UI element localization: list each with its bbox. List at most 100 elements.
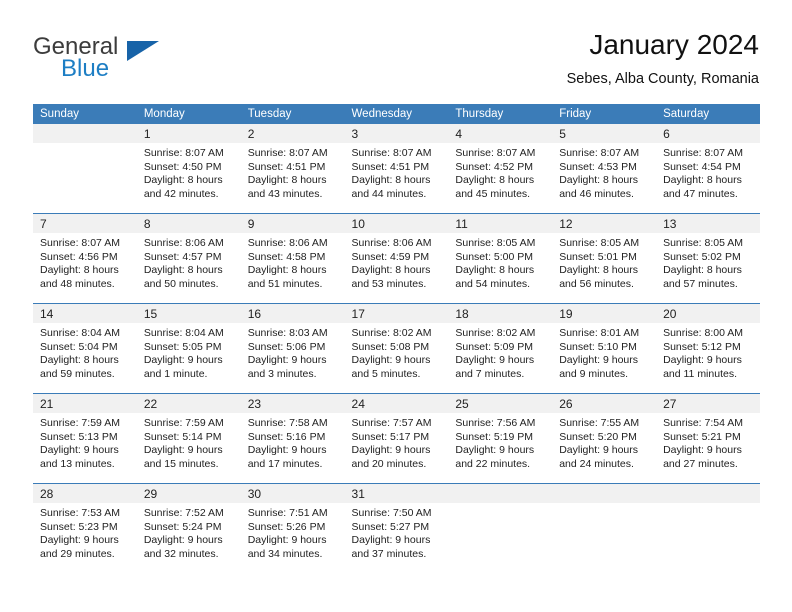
day-cell-content — [33, 124, 137, 213]
day-sun-info-line: Sunset: 4:54 PM — [663, 160, 741, 173]
day-sun-info-line: Sunset: 5:12 PM — [663, 340, 741, 353]
calendar-day-cell[interactable]: 25 Sunrise: 7:56 AM Sunset: 5:19 PM Dayligh… — [448, 393, 553, 484]
calendar-day-cell[interactable]: 5 Sunrise: 8:07 AM Sunset: 4:53 PM Daylight… — [552, 124, 657, 214]
day-sun-info-line: Daylight: 8 hours — [663, 174, 742, 187]
day-cell-content: 20 Sunrise: 8:00 AM Sunset: 5:12 PM Dayligh… — [656, 304, 760, 393]
day-sun-info-line: Sunrise: 8:06 AM — [247, 237, 328, 249]
calendar-day-cell[interactable]: 24 Sunrise: 7:57 AM Sunset: 5:17 PM Dayligh… — [344, 393, 449, 484]
day-sun-info-line: Daylight: 9 hours — [455, 354, 535, 367]
day-number: 14 — [33, 304, 137, 323]
day-sun-info-line: and 27 minutes. — [663, 457, 738, 470]
day-sun-info-line: and 56 minutes. — [559, 277, 634, 290]
calendar-day-cell[interactable]: 11 Sunrise: 8:05 AM Sunset: 5:00 PM Dayligh… — [448, 213, 553, 304]
day-sun-info-line: Daylight: 8 hours — [455, 264, 535, 277]
day-sun-info-line: Sunrise: 8:01 AM — [559, 327, 640, 339]
weekday-header-friday: Friday — [552, 104, 657, 124]
day-sun-info: Sunrise: 7:59 AM Sunset: 5:13 PM Daylight:… — [33, 413, 137, 471]
day-sun-info-line: Sunset: 5:20 PM — [559, 430, 637, 443]
calendar-day-cell[interactable]: 1 Sunrise: 8:07 AM Sunset: 4:50 PM Daylight… — [136, 124, 241, 214]
day-number: 5 — [552, 124, 657, 143]
calendar-day-cell[interactable]: 15 Sunrise: 8:04 AM Sunset: 5:05 PM Dayligh… — [136, 303, 241, 394]
day-sun-info-line: Daylight: 9 hours — [663, 444, 742, 457]
day-sun-info-line: Sunrise: 8:04 AM — [40, 327, 120, 339]
calendar-day-cell[interactable]: 23 Sunrise: 7:58 AM Sunset: 5:16 PM Dayligh… — [240, 393, 345, 484]
day-sun-info-line: Daylight: 9 hours — [559, 444, 639, 457]
day-cell-content: 17 Sunrise: 8:02 AM Sunset: 5:08 PM Dayligh… — [344, 304, 449, 393]
day-number: 7 — [33, 214, 137, 233]
day-cell-content: 27 Sunrise: 7:54 AM Sunset: 5:21 PM Dayligh… — [656, 394, 760, 483]
day-number: 16 — [240, 304, 345, 323]
day-sun-info: Sunrise: 8:07 AM Sunset: 4:56 PM Daylight:… — [33, 233, 137, 291]
day-cell-content: 23 Sunrise: 7:58 AM Sunset: 5:16 PM Dayligh… — [240, 394, 345, 483]
calendar-day-cell[interactable]: 22 Sunrise: 7:59 AM Sunset: 5:14 PM Dayligh… — [136, 393, 241, 484]
calendar-day-cell[interactable]: 31 Sunrise: 7:50 AM Sunset: 5:27 PM Dayligh… — [344, 483, 449, 573]
day-cell-content: 4 Sunrise: 8:07 AM Sunset: 4:52 PM Daylight… — [448, 124, 553, 213]
day-cell-content: 6 Sunrise: 8:07 AM Sunset: 4:54 PM Daylight… — [656, 124, 760, 213]
calendar-day-cell[interactable]: 2 Sunrise: 8:07 AM Sunset: 4:51 PM Daylight… — [240, 124, 345, 214]
day-cell-content: 2 Sunrise: 8:07 AM Sunset: 4:51 PM Daylight… — [240, 124, 345, 213]
title-block: January 2024 Sebes, Alba County, Romania — [567, 28, 759, 89]
calendar-day-cell[interactable]: 7 Sunrise: 8:07 AM Sunset: 4:56 PM Daylight… — [33, 213, 137, 304]
calendar-day-cell[interactable]: 19 Sunrise: 8:01 AM Sunset: 5:10 PM Dayligh… — [552, 303, 657, 394]
day-sun-info-line: Sunset: 4:58 PM — [247, 250, 326, 263]
day-sun-info: Sunrise: 8:05 AM Sunset: 5:00 PM Daylight:… — [448, 233, 552, 291]
day-sun-info-line: Sunset: 5:00 PM — [455, 250, 534, 263]
calendar-day-cell[interactable]: 16 Sunrise: 8:03 AM Sunset: 5:06 PM Dayligh… — [240, 303, 345, 394]
day-sun-info-line: Sunset: 5:01 PM — [559, 250, 637, 263]
day-sun-info-line: Sunrise: 8:07 AM — [559, 147, 640, 159]
day-sun-info-line: Daylight: 9 hours — [455, 444, 535, 457]
day-sun-info-line: Sunset: 5:10 PM — [559, 340, 637, 353]
calendar-day-cell[interactable]: 12 Sunrise: 8:05 AM Sunset: 5:01 PM Dayligh… — [552, 213, 657, 304]
day-number: 3 — [344, 124, 449, 143]
day-sun-info-line: Sunset: 5:08 PM — [351, 340, 430, 353]
calendar-day-cell[interactable]: 18 Sunrise: 8:02 AM Sunset: 5:09 PM Dayligh… — [448, 303, 553, 394]
calendar-day-cell[interactable]: 27 Sunrise: 7:54 AM Sunset: 5:21 PM Dayligh… — [656, 393, 760, 484]
general-blue-logo: General Blue — [33, 34, 213, 90]
calendar-day-cell[interactable]: 29 Sunrise: 7:52 AM Sunset: 5:24 PM Dayligh… — [136, 483, 241, 573]
day-sun-info-line: Sunrise: 7:59 AM — [40, 417, 120, 429]
day-sun-info: Sunrise: 8:00 AM Sunset: 5:12 PM Daylight:… — [656, 323, 760, 381]
day-sun-info-line: Sunrise: 8:06 AM — [143, 237, 224, 249]
day-sun-info-line: Sunset: 5:13 PM — [40, 430, 118, 443]
day-sun-info-line: Sunset: 4:51 PM — [351, 160, 430, 173]
calendar-day-cell[interactable]: 28 Sunrise: 7:53 AM Sunset: 5:23 PM Dayligh… — [33, 483, 137, 573]
calendar-day-cell[interactable]: 26 Sunrise: 7:55 AM Sunset: 5:20 PM Dayligh… — [552, 393, 657, 484]
day-number — [656, 484, 760, 503]
day-sun-info-line: and 53 minutes. — [351, 277, 427, 290]
day-sun-info-line: Sunrise: 7:51 AM — [247, 507, 328, 519]
calendar-day-cell[interactable]: 20 Sunrise: 8:00 AM Sunset: 5:12 PM Dayligh… — [656, 303, 760, 394]
calendar-day-cell[interactable]: 4 Sunrise: 8:07 AM Sunset: 4:52 PM Daylight… — [448, 124, 553, 214]
day-number: 8 — [136, 214, 241, 233]
day-cell-content: 12 Sunrise: 8:05 AM Sunset: 5:01 PM Dayligh… — [552, 214, 657, 303]
day-number: 19 — [552, 304, 657, 323]
day-sun-info-line: Daylight: 9 hours — [247, 534, 327, 547]
day-cell-content: 31 Sunrise: 7:50 AM Sunset: 5:27 PM Dayligh… — [344, 484, 449, 573]
calendar-day-cell[interactable]: 13 Sunrise: 8:05 AM Sunset: 5:02 PM Dayligh… — [656, 213, 760, 304]
day-sun-info: Sunrise: 7:58 AM Sunset: 5:16 PM Daylight:… — [241, 413, 345, 471]
day-cell-content: 13 Sunrise: 8:05 AM Sunset: 5:02 PM Dayligh… — [656, 214, 760, 303]
day-cell-content: 3 Sunrise: 8:07 AM Sunset: 4:51 PM Daylight… — [344, 124, 449, 213]
calendar-day-cell[interactable]: 17 Sunrise: 8:02 AM Sunset: 5:08 PM Dayligh… — [344, 303, 449, 394]
day-sun-info-line: Sunrise: 8:05 AM — [559, 237, 640, 249]
calendar-day-cell[interactable]: 6 Sunrise: 8:07 AM Sunset: 4:54 PM Daylight… — [656, 124, 760, 214]
calendar-day-cell[interactable]: 30 Sunrise: 7:51 AM Sunset: 5:26 PM Dayligh… — [240, 483, 345, 573]
day-sun-info-line: Sunrise: 7:55 AM — [559, 417, 640, 429]
day-sun-info-line: and 32 minutes. — [143, 547, 219, 560]
day-sun-info-line: Sunset: 5:05 PM — [143, 340, 222, 353]
day-sun-info-line: Sunrise: 8:07 AM — [663, 147, 744, 159]
calendar-day-cell[interactable]: 14 Sunrise: 8:04 AM Sunset: 5:04 PM Dayligh… — [33, 303, 137, 394]
calendar-day-cell[interactable]: 10 Sunrise: 8:06 AM Sunset: 4:59 PM Dayligh… — [344, 213, 449, 304]
day-sun-info-line: and 47 minutes. — [663, 187, 738, 200]
calendar-day-cell[interactable]: 8 Sunrise: 8:06 AM Sunset: 4:57 PM Daylight… — [136, 213, 241, 304]
day-sun-info: Sunrise: 8:07 AM Sunset: 4:50 PM Daylight:… — [137, 143, 241, 201]
day-sun-info-line: Daylight: 9 hours — [663, 354, 742, 367]
day-number: 27 — [656, 394, 760, 413]
day-sun-info-line: Daylight: 8 hours — [143, 174, 223, 187]
calendar-day-cell[interactable]: 9 Sunrise: 8:06 AM Sunset: 4:58 PM Daylight… — [240, 213, 345, 304]
calendar-empty-cell — [448, 483, 553, 573]
day-sun-info: Sunrise: 8:02 AM Sunset: 5:08 PM Daylight:… — [345, 323, 449, 381]
calendar-day-cell[interactable]: 21 Sunrise: 7:59 AM Sunset: 5:13 PM Dayligh… — [33, 393, 137, 484]
day-sun-info-line: Daylight: 9 hours — [143, 354, 223, 367]
calendar-day-cell[interactable]: 3 Sunrise: 8:07 AM Sunset: 4:51 PM Daylight… — [344, 124, 449, 214]
day-sun-info-line: Sunset: 5:19 PM — [455, 430, 534, 443]
